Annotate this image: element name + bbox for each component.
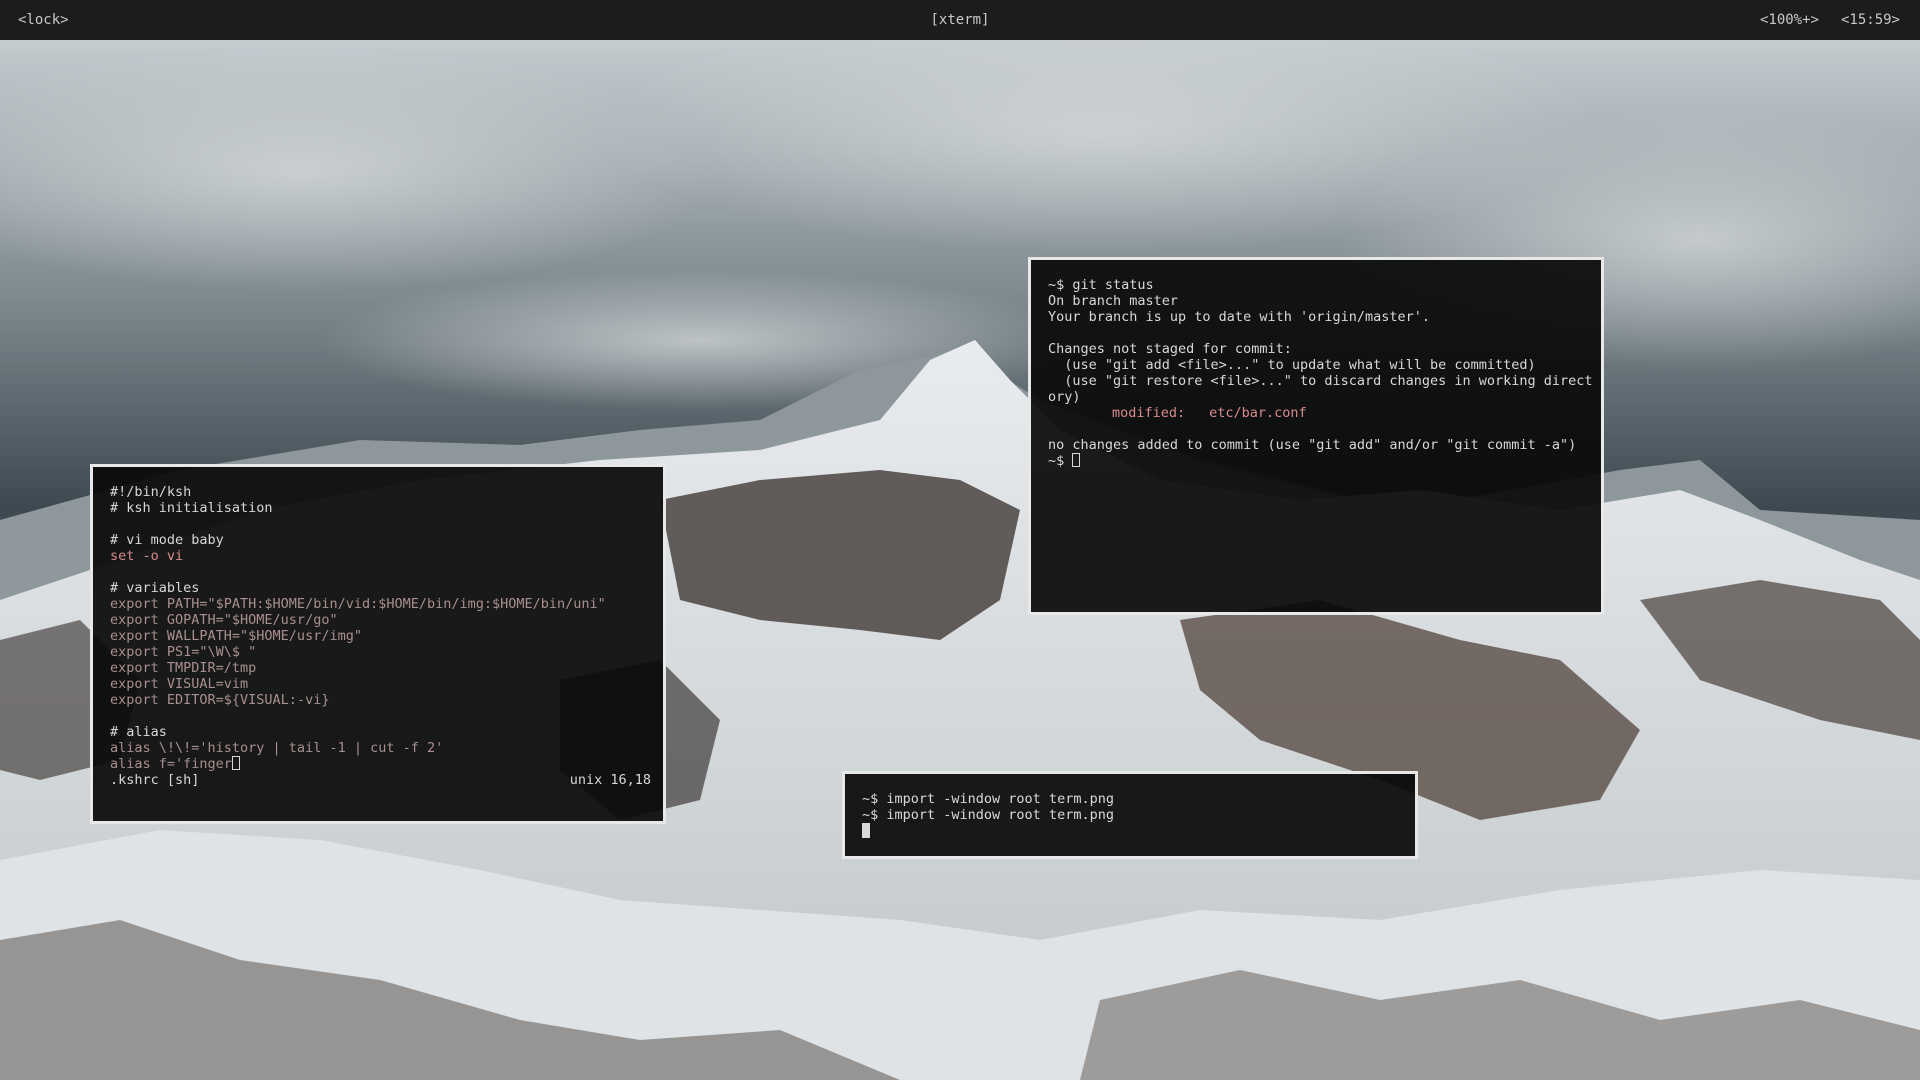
editor-line: set -o vi <box>110 548 184 564</box>
command-line: ~$ import -window root term.png <box>862 807 1114 823</box>
editor-line: export GOPATH="$HOME/usr/go" <box>110 612 338 628</box>
command-text: git status <box>1072 277 1154 293</box>
editor-line: export PATH="$PATH:$HOME/bin/vid:$HOME/b… <box>110 596 606 612</box>
editor-line: export TMPDIR=/tmp <box>110 660 257 676</box>
output-line: Your branch is up to date with 'origin/m… <box>1048 309 1431 325</box>
editor-line-text: alias f='finger <box>110 756 232 772</box>
terminal-cursor <box>1072 453 1081 467</box>
shell-prompt: ~$ <box>1048 453 1073 469</box>
top-bar: <lock> [xterm] <100%+> <15:59> <box>0 0 1920 40</box>
editor-line: # variables <box>110 580 200 596</box>
volume-indicator[interactable]: <100%+> <box>1760 0 1819 40</box>
command-line: ~$ git status <box>1048 277 1589 293</box>
desktop: <lock> [xterm] <100%+> <15:59> #!/bin/ks… <box>0 0 1920 1080</box>
output-line: On branch master <box>1048 293 1179 309</box>
editor-line: export VISUAL=vim <box>110 676 249 692</box>
terminal-output[interactable]: ~$ git status On branch master Your bran… <box>1048 277 1593 469</box>
terminal-output[interactable]: ~$ import -window root term.png ~$ impor… <box>862 791 1403 839</box>
editor-line-current: alias f='finger <box>110 756 651 772</box>
output-line: Changes not staged for commit: <box>1048 341 1292 357</box>
editor-status-position: unix 16,18 <box>569 772 651 788</box>
prompt-line: ~$ <box>1048 453 1589 469</box>
prompt-line <box>862 823 1403 839</box>
editor-line: # vi mode baby <box>110 532 224 548</box>
editor-line: export EDITOR=${VISUAL:-vi} <box>110 692 330 708</box>
editor-line: # alias <box>110 724 167 740</box>
editor-line: export WALLPATH="$HOME/usr/img" <box>110 628 362 644</box>
output-line: (use "git restore <file>..." to discard … <box>1048 373 1593 389</box>
shell-prompt: ~$ <box>1048 277 1073 293</box>
editor-line: alias \!\!='history | tail -1 | cut -f 2… <box>110 740 444 756</box>
xterm-window-kshrc-editor[interactable]: #!/bin/ksh # ksh initialisation # vi mod… <box>90 464 666 824</box>
summary-line: no changes added to commit (use "git add… <box>1048 437 1577 453</box>
output-line: (use "git add <file>..." to update what … <box>1048 357 1536 373</box>
editor-line: # ksh initialisation <box>110 500 273 516</box>
clock: <15:59> <box>1840 12 1900 28</box>
editor-cursor <box>231 756 240 770</box>
xterm-window-git-status[interactable]: ~$ git status On branch master Your bran… <box>1028 257 1604 615</box>
modified-file-line: modified: etc/bar.conf <box>1048 405 1589 421</box>
modified-label: modified: <box>1112 405 1186 421</box>
window-title: [xterm] <box>930 12 990 28</box>
status-area: <100%+> <15:59> <box>1760 0 1900 40</box>
terminal-cursor <box>862 823 870 838</box>
editor-line: export PS1="\W\$ " <box>110 644 257 660</box>
editor-buffer[interactable]: #!/bin/ksh # ksh initialisation # vi mod… <box>110 484 651 788</box>
command-line: ~$ import -window root term.png <box>862 791 1114 807</box>
modified-file: etc/bar.conf <box>1209 405 1307 421</box>
editor-statusline: .kshrc [sh] unix 16,18 <box>110 772 651 788</box>
editor-status-file: .kshrc [sh] <box>110 772 200 788</box>
xterm-window-import[interactable]: ~$ import -window root term.png ~$ impor… <box>842 771 1418 859</box>
editor-line: #!/bin/ksh <box>110 484 192 500</box>
output-line: ory) <box>1048 389 1081 405</box>
